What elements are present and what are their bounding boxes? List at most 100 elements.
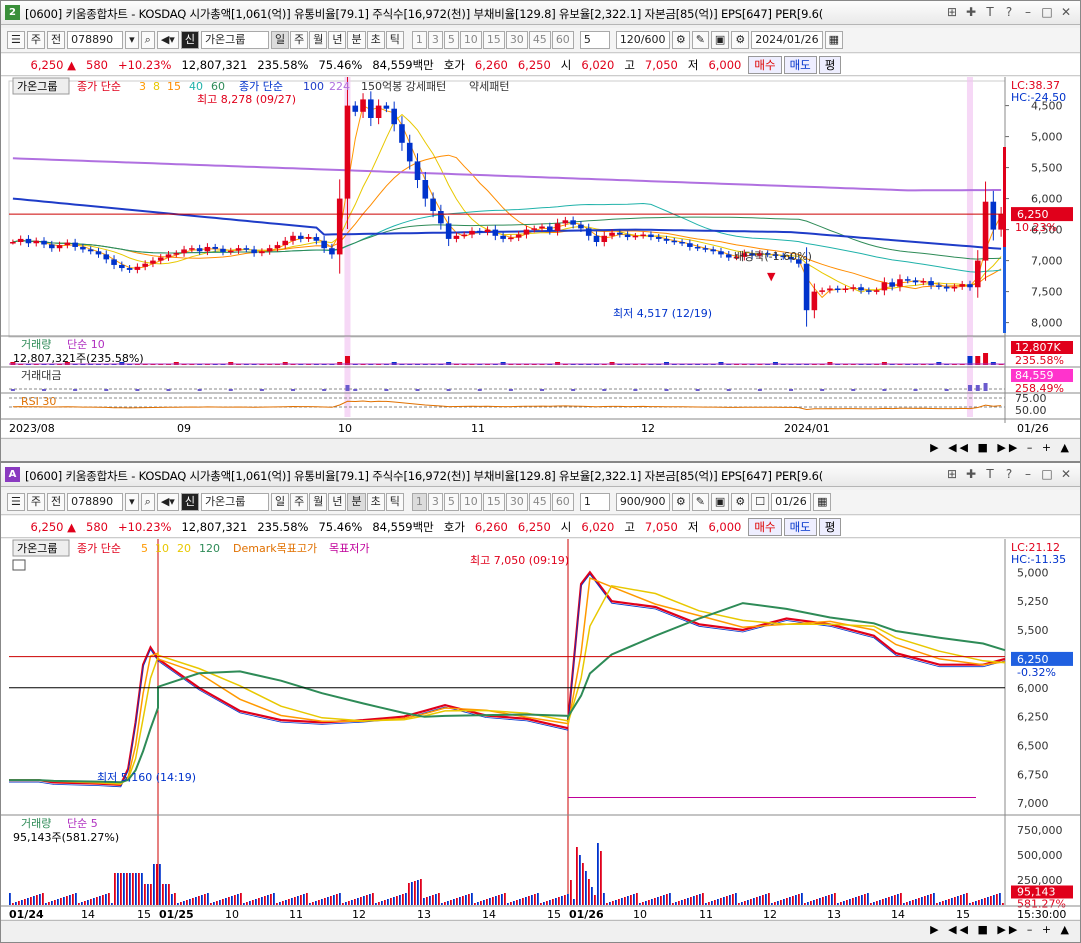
interval-button-6[interactable]: 45 (528, 493, 551, 511)
interval-button-0[interactable]: 1 (411, 493, 427, 511)
help-icon[interactable]: ? (1001, 4, 1017, 20)
legend-ma-224: 224 (329, 80, 350, 93)
period-tab-2[interactable]: 월 (309, 31, 328, 49)
date-checkbox[interactable]: ☐ (751, 493, 770, 511)
interval-input[interactable]: 5 (579, 31, 610, 49)
interval-button-5[interactable]: 30 (505, 493, 528, 511)
bottom-scroll-bar[interactable]: ▶ ◀◀ ■ ▶▶ – + ▲ (1, 920, 1080, 940)
buy-button[interactable]: 매수 (748, 55, 782, 74)
type-select[interactable]: 주 (26, 31, 45, 49)
period-tab-1[interactable]: 주 (290, 493, 309, 511)
count-input[interactable]: 120/600 (615, 31, 670, 49)
save-icon[interactable]: ▣ (710, 31, 730, 49)
prev-button[interactable]: 전 (47, 31, 66, 49)
bottom-title-bar[interactable]: A [0600] 키움종합차트 - KOSDAQ 시가총액[1,061(억)] … (1, 463, 1080, 487)
period-tab-1[interactable]: 주 (290, 31, 309, 49)
period-tab-4[interactable]: 분 (347, 31, 366, 49)
scroll-controls[interactable]: ▶ ◀◀ ■ ▶▶ – + ▲ (930, 441, 1072, 454)
candle-body (671, 240, 678, 243)
menu-icon[interactable]: ☰ (7, 31, 25, 49)
interval-button-2[interactable]: 5 (443, 493, 459, 511)
close-icon[interactable]: ✕ (1058, 4, 1074, 20)
top-daily-chart[interactable]: 8,0007,5007,0006,5006,0005,5005,0004,500… (1, 77, 1080, 437)
shin-badge[interactable]: 신 (180, 31, 199, 49)
stock-code-input[interactable]: 078890 (67, 493, 124, 511)
volume-bar (297, 896, 299, 905)
period-tab-4[interactable]: 분 (347, 493, 366, 511)
interval-button-7[interactable]: 60 (551, 31, 574, 49)
top-title-bar[interactable]: 2 [0600] 키움종합차트 - KOSDAQ 시가총액[1,061(억)] … (1, 1, 1080, 25)
count-input[interactable]: 900/900 (615, 493, 670, 511)
date-input[interactable]: 2024/01/26 (751, 31, 823, 49)
stock-code-input[interactable]: 078890 (67, 31, 124, 49)
prev-button[interactable]: 전 (47, 493, 66, 511)
search-icon[interactable]: ⌕ (140, 493, 155, 511)
legend-ma-120: 120 (199, 542, 220, 555)
interval-button-6[interactable]: 45 (528, 31, 551, 49)
interval-button-5[interactable]: 30 (505, 31, 528, 49)
flat-button[interactable]: 평 (818, 517, 842, 536)
dropdown-icon[interactable]: ▾ (125, 493, 139, 511)
pin-icon[interactable]: ✚ (963, 4, 979, 20)
period-tab-6[interactable]: 틱 (385, 493, 404, 511)
text-icon[interactable]: T (982, 466, 998, 482)
pin-icon[interactable]: ✚ (963, 466, 979, 482)
interval-input[interactable]: 1 (579, 493, 610, 511)
period-tab-3[interactable]: 년 (328, 31, 347, 49)
sell-button[interactable]: 매도 (783, 55, 817, 74)
calendar-icon[interactable]: ▦ (813, 493, 832, 511)
sound-icon[interactable]: ◀▾ (156, 493, 179, 511)
save-icon[interactable]: ▣ (710, 493, 730, 511)
chart-tools-icon[interactable]: ⚙ (671, 31, 690, 49)
help-icon[interactable]: ? (1001, 466, 1017, 482)
period-tab-0[interactable]: 일 (270, 31, 290, 49)
period-tab-3[interactable]: 년 (328, 493, 347, 511)
period-tab-0[interactable]: 일 (270, 493, 290, 511)
period-tab-5[interactable]: 초 (366, 31, 385, 49)
config-icon[interactable]: ⚙ (731, 493, 750, 511)
interval-button-4[interactable]: 15 (482, 31, 505, 49)
type-select[interactable]: 주 (26, 493, 45, 511)
minimize-icon[interactable]: – (1020, 4, 1036, 20)
stock-name-input[interactable]: 가온그룹 (200, 31, 269, 49)
maximize-icon[interactable]: □ (1039, 4, 1055, 20)
link-icon[interactable]: ⊞ (944, 466, 960, 482)
chart-tools-icon[interactable]: ⚙ (671, 493, 690, 511)
stock-name-input[interactable]: 가온그룹 (200, 493, 269, 511)
bottom-minute-chart[interactable]: 7,0006,7506,5006,2506,0005,7505,5005,250… (1, 539, 1080, 919)
volume-bar (279, 902, 281, 905)
draw-icon[interactable]: ✎ (691, 31, 709, 49)
shin-badge[interactable]: 신 (180, 493, 199, 511)
interval-button-3[interactable]: 10 (459, 493, 482, 511)
draw-icon[interactable]: ✎ (691, 493, 709, 511)
period-tab-6[interactable]: 틱 (385, 31, 404, 49)
interval-button-1[interactable]: 3 (427, 31, 443, 49)
interval-button-4[interactable]: 15 (482, 493, 505, 511)
dropdown-icon[interactable]: ▾ (125, 31, 139, 49)
sound-icon[interactable]: ◀▾ (156, 31, 179, 49)
volume-tag-pct: 235.58% (1015, 354, 1064, 367)
hoga-label: 호가 (443, 57, 465, 72)
flat-button[interactable]: 평 (818, 55, 842, 74)
config-icon[interactable]: ⚙ (731, 31, 750, 49)
date-input[interactable]: 01/26 (771, 493, 812, 511)
text-icon[interactable]: T (982, 4, 998, 20)
calendar-icon[interactable]: ▦ (824, 31, 843, 49)
close-icon[interactable]: ✕ (1058, 466, 1074, 482)
period-tab-5[interactable]: 초 (366, 493, 385, 511)
link-icon[interactable]: ⊞ (944, 4, 960, 20)
scroll-controls[interactable]: ▶ ◀◀ ■ ▶▶ – + ▲ (930, 923, 1072, 936)
interval-button-3[interactable]: 10 (459, 31, 482, 49)
sell-button[interactable]: 매도 (783, 517, 817, 536)
menu-icon[interactable]: ☰ (7, 493, 25, 511)
minimize-icon[interactable]: – (1020, 466, 1036, 482)
top-scroll-bar[interactable]: ▶ ◀◀ ■ ▶▶ – + ▲ (1, 438, 1080, 458)
interval-button-2[interactable]: 5 (443, 31, 459, 49)
interval-button-7[interactable]: 60 (551, 493, 574, 511)
interval-button-1[interactable]: 3 (427, 493, 443, 511)
period-tab-2[interactable]: 월 (309, 493, 328, 511)
search-icon[interactable]: ⌕ (140, 31, 155, 49)
interval-button-0[interactable]: 1 (411, 31, 427, 49)
buy-button[interactable]: 매수 (748, 517, 782, 536)
maximize-icon[interactable]: □ (1039, 466, 1055, 482)
